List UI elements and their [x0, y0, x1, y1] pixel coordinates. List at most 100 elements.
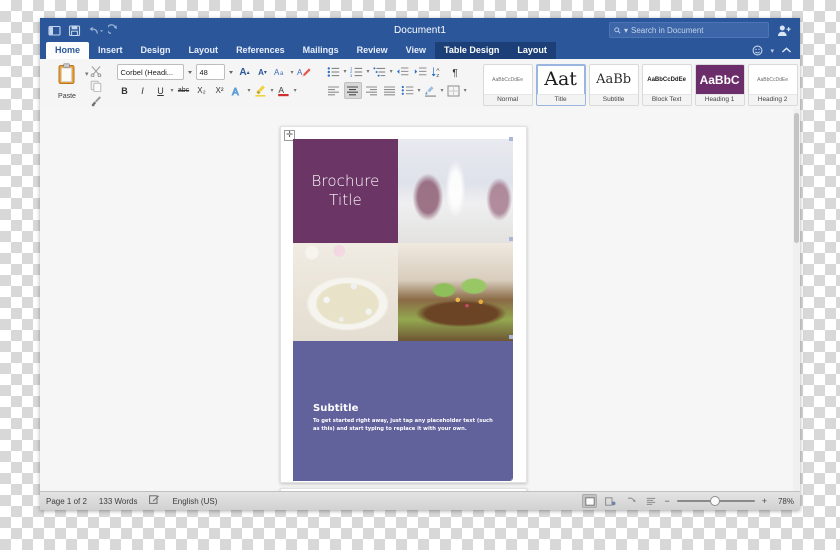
redo-icon[interactable]: [108, 23, 121, 37]
copy-icon[interactable]: [90, 79, 103, 92]
scrollbar-thumb[interactable]: [794, 113, 799, 243]
zoom-out-button[interactable]: −: [664, 496, 669, 506]
page-indicator[interactable]: Page 1 of 2: [46, 497, 87, 506]
highlight-color-icon[interactable]: [253, 83, 269, 98]
highlight-caret[interactable]: ▾: [271, 87, 274, 94]
font-color-caret[interactable]: ▾: [294, 87, 297, 94]
bullet-list-icon[interactable]: [326, 64, 342, 79]
subscript-button[interactable]: X₂: [194, 83, 210, 98]
chevron-up-icon[interactable]: [781, 46, 792, 55]
font-name-input[interactable]: Corbel (Headi...: [116, 64, 184, 80]
word-count[interactable]: 133 Words: [99, 497, 138, 506]
pasta-clams-photo[interactable]: [293, 243, 398, 341]
tab-view[interactable]: View: [397, 42, 435, 59]
wine-glasses-photo[interactable]: [398, 139, 513, 243]
increase-indent-icon[interactable]: [413, 64, 429, 79]
italic-button[interactable]: I: [135, 83, 151, 98]
search-input[interactable]: ▾ Search in Document: [609, 22, 769, 38]
document-page-1[interactable]: ✛ Brochure Title Subtitle To get started…: [280, 126, 527, 483]
vertical-scrollbar[interactable]: [793, 109, 800, 492]
style-heading-1[interactable]: AaBbC Heading 1: [694, 64, 745, 106]
tab-references[interactable]: References: [227, 42, 294, 59]
language-indicator[interactable]: English (US): [172, 497, 217, 506]
style-subtitle[interactable]: AaBb Subtitle: [588, 64, 639, 106]
zoom-in-button[interactable]: +: [762, 496, 767, 506]
multilevel-list-icon[interactable]: [372, 64, 388, 79]
tab-table-design[interactable]: Table Design: [435, 42, 509, 59]
superscript-button[interactable]: X²: [212, 83, 228, 98]
zoom-level[interactable]: 78%: [774, 497, 794, 506]
font-color-icon[interactable]: A: [276, 83, 292, 98]
tab-review[interactable]: Review: [348, 42, 397, 59]
tab-layout[interactable]: Layout: [180, 42, 228, 59]
borders-icon[interactable]: [446, 83, 462, 98]
strikethrough-button[interactable]: abc: [176, 83, 192, 98]
chevron-down-icon[interactable]: ▾: [770, 47, 774, 55]
change-case-caret[interactable]: ▾: [291, 69, 294, 76]
proofing-icon[interactable]: [149, 495, 160, 507]
scissors-icon[interactable]: [90, 64, 103, 77]
align-center-icon[interactable]: [343, 82, 362, 99]
change-case-icon[interactable]: Aa: [273, 65, 289, 80]
document-canvas[interactable]: ✛ Brochure Title Subtitle To get started…: [40, 109, 800, 492]
decrease-indent-icon[interactable]: [395, 64, 411, 79]
tab-mailings[interactable]: Mailings: [294, 42, 348, 59]
text-effects-caret[interactable]: ▾: [248, 87, 251, 94]
undo-icon[interactable]: [88, 24, 104, 37]
outline-view[interactable]: [624, 495, 637, 507]
tab-table-layout[interactable]: Layout: [508, 42, 556, 59]
smiley-help-icon[interactable]: [752, 45, 763, 56]
draft-view[interactable]: [644, 495, 657, 507]
line-spacing-caret[interactable]: ▾: [418, 87, 421, 94]
table-row: [293, 243, 513, 341]
sort-icon[interactable]: AZ: [431, 64, 447, 79]
subtitle-cell[interactable]: Subtitle To get started right away, just…: [293, 341, 513, 481]
bullet-caret[interactable]: ▾: [344, 68, 347, 75]
save-icon[interactable]: [68, 24, 81, 37]
font-size-caret[interactable]: [228, 70, 233, 74]
tab-insert[interactable]: Insert: [89, 42, 132, 59]
brochure-table[interactable]: ✛ Brochure Title Subtitle To get started…: [284, 130, 513, 481]
borders-caret[interactable]: ▾: [464, 87, 467, 94]
style-normal[interactable]: AaBbCcDdEe Normal: [482, 64, 533, 106]
paintbrush-icon[interactable]: [90, 94, 103, 107]
underline-button[interactable]: U: [153, 83, 169, 98]
quick-access-toolbar: [40, 23, 121, 37]
web-layout-view[interactable]: [604, 495, 617, 507]
style-block-text[interactable]: AaBbCcDdEe Block Text: [641, 64, 692, 106]
title-cell[interactable]: Brochure Title: [293, 139, 398, 243]
shading-icon[interactable]: [423, 83, 439, 98]
grow-font-icon[interactable]: A ▴: [237, 65, 253, 80]
font-size-input[interactable]: 48: [195, 64, 225, 80]
style-name: Heading 1: [695, 94, 744, 105]
multilevel-caret[interactable]: ▾: [390, 68, 393, 75]
share-person-icon[interactable]: [777, 24, 792, 37]
numbering-caret[interactable]: ▾: [367, 68, 370, 75]
svg-text:A: A: [297, 68, 303, 77]
clear-formatting-icon[interactable]: A: [296, 65, 312, 80]
table-resize-handle[interactable]: [510, 478, 513, 481]
sidebar-toggle-icon[interactable]: [48, 24, 61, 37]
zoom-slider[interactable]: [676, 495, 755, 507]
text-effects-icon[interactable]: A: [230, 83, 246, 98]
align-right-icon[interactable]: [364, 83, 380, 98]
style-preview: AaBbCcDdEe: [492, 76, 523, 83]
style-title[interactable]: Aat Title: [535, 64, 586, 106]
tab-home[interactable]: Home: [46, 42, 90, 59]
align-left-icon[interactable]: [326, 83, 342, 98]
zoom-slider-knob[interactable]: [709, 496, 720, 506]
numbered-list-icon[interactable]: 123: [349, 64, 365, 79]
bold-button[interactable]: B: [117, 83, 133, 98]
pilcrow-icon[interactable]: ¶: [449, 64, 465, 79]
print-layout-view[interactable]: [582, 494, 598, 508]
shading-caret[interactable]: ▾: [441, 87, 444, 94]
shrink-font-icon[interactable]: A ▾: [255, 65, 271, 80]
paste-button[interactable]: Paste: [49, 61, 85, 100]
style-heading-2[interactable]: AaBbCcDdEe Heading 2: [747, 64, 798, 106]
justify-icon[interactable]: [382, 83, 398, 98]
line-spacing-icon[interactable]: [400, 83, 416, 98]
tab-design[interactable]: Design: [132, 42, 180, 59]
lettuce-wraps-photo[interactable]: [398, 243, 513, 341]
underline-caret[interactable]: ▾: [171, 87, 174, 94]
font-name-caret[interactable]: [187, 70, 192, 74]
